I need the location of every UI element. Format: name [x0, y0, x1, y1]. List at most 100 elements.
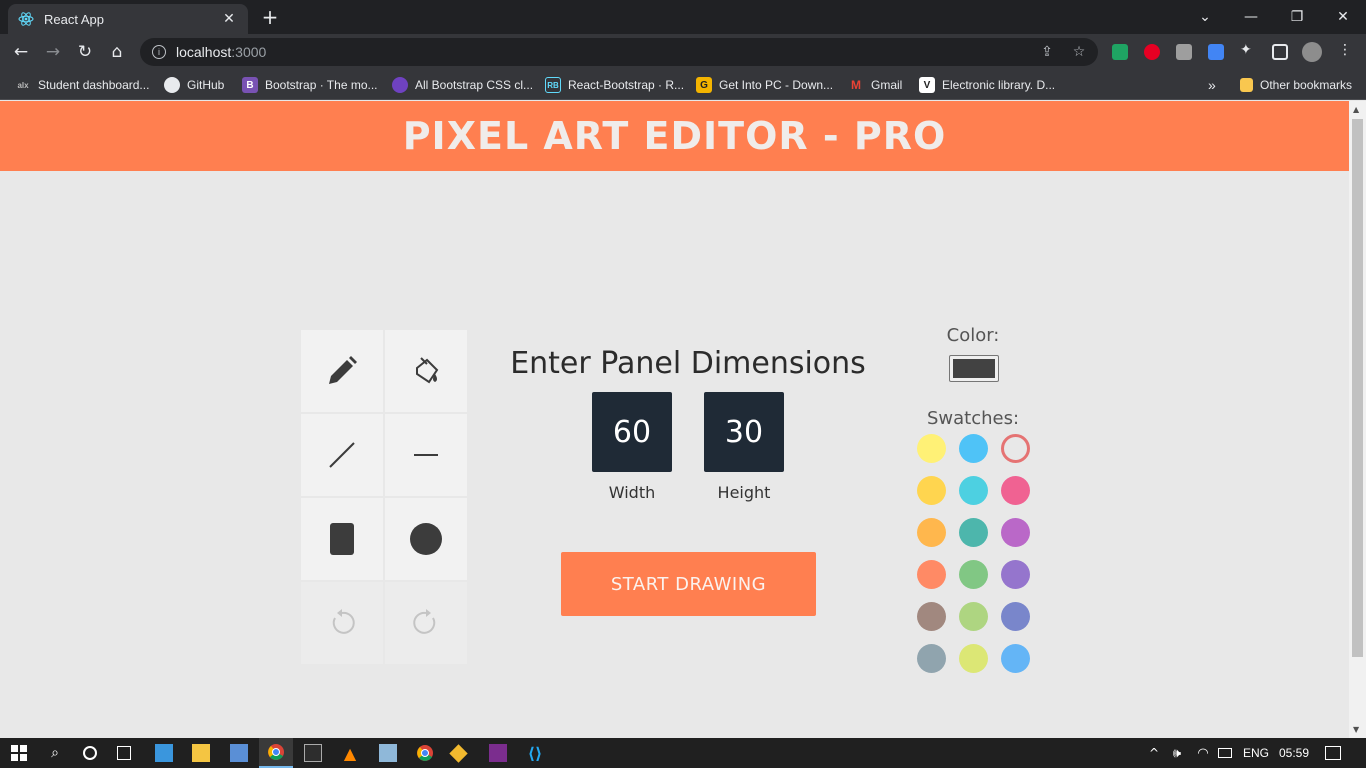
- wifi-icon[interactable]: ◠: [1194, 744, 1212, 762]
- battery-icon[interactable]: [1218, 748, 1232, 758]
- more-bookmarks-icon[interactable]: »: [1208, 76, 1216, 94]
- undo-button[interactable]: [301, 582, 383, 664]
- bookmark-react-bootstrap[interactable]: RB React-Bootstrap · R...: [545, 76, 684, 94]
- color-swatch[interactable]: [959, 518, 988, 547]
- width-input[interactable]: 60: [592, 392, 672, 472]
- browser-tabstrip: React App ✕ + ⌄ — ❐ ✕: [0, 0, 1366, 34]
- restore-icon[interactable]: ❐: [1274, 0, 1320, 34]
- color-label: Color:: [946, 325, 1000, 346]
- color-swatch[interactable]: [959, 602, 988, 631]
- tab-react-app[interactable]: React App ✕: [8, 4, 248, 34]
- redo-button[interactable]: [385, 582, 467, 664]
- height-input[interactable]: 30: [704, 392, 784, 472]
- cortana-icon[interactable]: [81, 744, 99, 762]
- color-swatch[interactable]: [917, 518, 946, 547]
- close-tab-icon[interactable]: ✕: [220, 11, 238, 27]
- color-swatch[interactable]: [1001, 560, 1030, 589]
- github-icon: [164, 77, 180, 93]
- minimize-icon[interactable]: —: [1228, 0, 1274, 34]
- horizontal-line-tool-button[interactable]: [385, 414, 467, 496]
- address-bar[interactable]: i localhost:3000 ⇪ ☆: [140, 38, 1098, 66]
- new-tab-button[interactable]: +: [258, 6, 282, 28]
- clock[interactable]: 05:59: [1279, 746, 1309, 760]
- color-swatch[interactable]: [959, 644, 988, 673]
- bookmark-all-bootstrap[interactable]: All Bootstrap CSS cl...: [392, 76, 533, 94]
- forward-icon[interactable]: →: [40, 40, 66, 64]
- show-hidden-icons-icon[interactable]: ^: [1145, 744, 1163, 762]
- scroll-down-icon[interactable]: ▼: [1353, 725, 1359, 734]
- bucket-tool-button[interactable]: [385, 330, 467, 412]
- reload-icon[interactable]: ↻: [72, 40, 98, 64]
- alx-icon: alx: [17, 80, 29, 90]
- chrome-taskbar-button[interactable]: [259, 738, 293, 768]
- google-drive-icon[interactable]: [1112, 44, 1128, 60]
- color-swatch[interactable]: [1001, 476, 1030, 505]
- windows-start-icon[interactable]: [10, 744, 28, 762]
- bookmark-get-into-pc[interactable]: G Get Into PC - Down...: [696, 76, 833, 94]
- pencil-tool-button[interactable]: [301, 330, 383, 412]
- app-icon[interactable]: [489, 744, 507, 762]
- page-scrollbar[interactable]: ▲ ▼: [1349, 101, 1366, 738]
- binance-icon[interactable]: [449, 744, 468, 763]
- puzzle-icon[interactable]: ✦: [1240, 42, 1256, 58]
- rectangle-tool-button[interactable]: [301, 498, 383, 580]
- bookmark-github[interactable]: GitHub: [164, 76, 224, 94]
- avatar[interactable]: [1302, 42, 1322, 62]
- share-icon[interactable]: ⇪: [1038, 44, 1056, 60]
- scroll-thumb[interactable]: [1352, 119, 1363, 657]
- color-swatch[interactable]: [1001, 602, 1030, 631]
- file-explorer-icon[interactable]: [192, 744, 210, 762]
- task-view-icon[interactable]: [117, 746, 131, 760]
- notifications-icon[interactable]: [1325, 746, 1341, 760]
- close-window-icon[interactable]: ✕: [1320, 0, 1366, 34]
- control-panel-icon[interactable]: [230, 744, 248, 762]
- line-tool-button[interactable]: [301, 414, 383, 496]
- scroll-up-icon[interactable]: ▲: [1353, 105, 1359, 114]
- color-swatch[interactable]: [917, 644, 946, 673]
- menu-kebab-icon[interactable]: ⋮: [1338, 42, 1354, 58]
- vscode-icon[interactable]: ⟨⟩: [526, 744, 544, 763]
- extension-icon[interactable]: [1176, 44, 1192, 60]
- language-indicator[interactable]: ENG: [1243, 746, 1269, 760]
- home-icon[interactable]: ⌂: [104, 40, 130, 64]
- redo-icon: [413, 609, 436, 634]
- color-swatch[interactable]: [1001, 434, 1030, 463]
- browser-toolbar: ← → ↻ ⌂ i localhost:3000 ⇪ ☆ ✦ ⋮: [0, 34, 1366, 70]
- pencil-icon: [329, 356, 357, 384]
- volume-icon[interactable]: 🕪: [1168, 744, 1186, 762]
- store-icon[interactable]: [155, 744, 173, 762]
- bookmark-gmail[interactable]: M Gmail: [848, 76, 902, 94]
- pinterest-icon[interactable]: [1144, 44, 1160, 60]
- page-title: PIXEL ART EDITOR - PRO: [402, 114, 947, 158]
- terminal-icon[interactable]: [304, 744, 322, 762]
- color-swatch[interactable]: [917, 602, 946, 631]
- circle-tool-button[interactable]: [385, 498, 467, 580]
- vlc-icon[interactable]: ▲: [341, 744, 359, 763]
- bookmark-student-dashboard[interactable]: alx Student dashboard...: [14, 76, 149, 94]
- search-icon[interactable]: ⌕: [46, 744, 64, 762]
- color-swatch[interactable]: [917, 434, 946, 463]
- color-swatch[interactable]: [1001, 518, 1030, 547]
- color-swatch[interactable]: [959, 476, 988, 505]
- notepad-icon[interactable]: [379, 744, 397, 762]
- bookmark-electronic-library[interactable]: V Electronic library. D...: [919, 76, 1055, 94]
- color-swatch[interactable]: [1001, 644, 1030, 673]
- side-panel-icon[interactable]: [1272, 44, 1288, 60]
- color-picker[interactable]: [949, 355, 999, 382]
- width-label: Width: [608, 483, 656, 502]
- color-swatch[interactable]: [959, 434, 988, 463]
- chrome-alt-icon[interactable]: [416, 744, 434, 762]
- color-swatch[interactable]: [959, 560, 988, 589]
- google-translate-icon[interactable]: [1208, 44, 1224, 60]
- bookmark-bootstrap[interactable]: B Bootstrap · The mo...: [242, 76, 378, 94]
- color-swatch[interactable]: [917, 476, 946, 505]
- other-bookmarks[interactable]: Other bookmarks: [1240, 76, 1352, 94]
- start-drawing-button[interactable]: START DRAWING: [561, 552, 816, 616]
- tab-search-icon[interactable]: ⌄: [1182, 0, 1228, 34]
- current-color-fill: [953, 359, 995, 378]
- rectangle-icon: [330, 523, 354, 555]
- back-icon[interactable]: ←: [8, 40, 34, 64]
- bookmark-star-icon[interactable]: ☆: [1070, 44, 1088, 60]
- color-swatch[interactable]: [917, 560, 946, 589]
- site-info-icon[interactable]: i: [152, 45, 166, 59]
